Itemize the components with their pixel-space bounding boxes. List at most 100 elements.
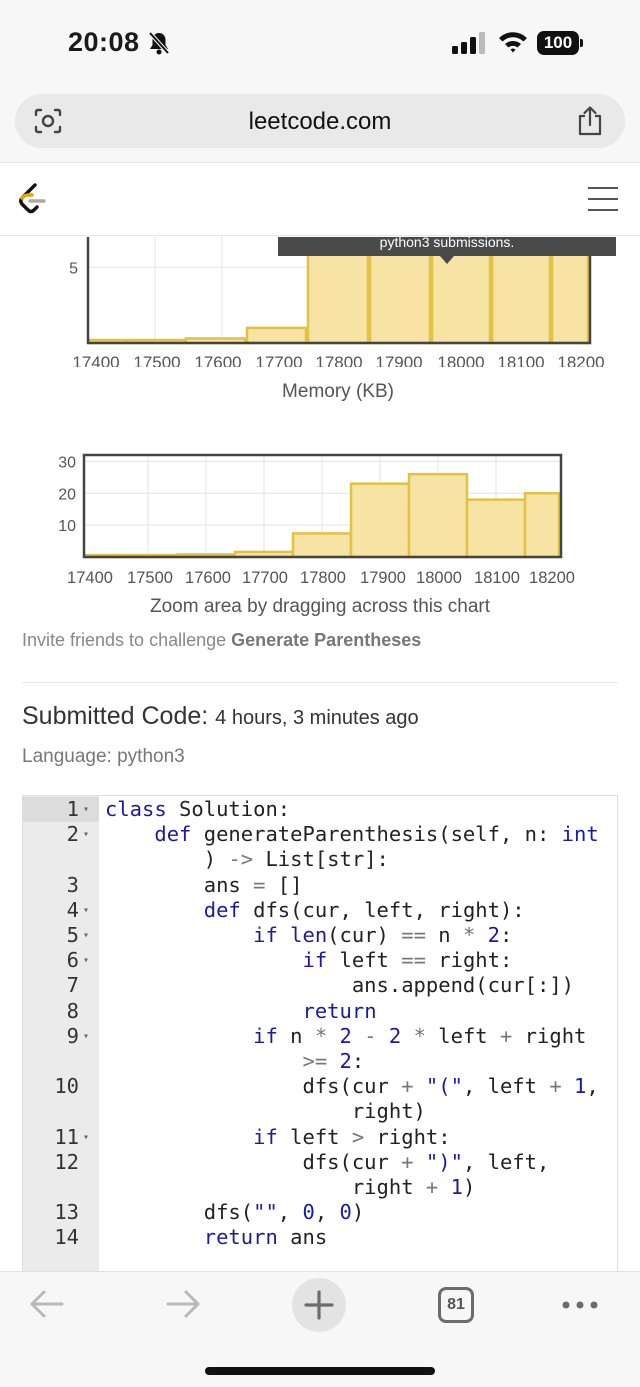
chart2-xtick-17500: 17500 [127, 569, 173, 587]
chart2-bar-17900 [349, 482, 411, 559]
hamburger-menu-icon[interactable] [587, 185, 619, 213]
chart1-ytick-5: 5 [69, 260, 78, 277]
code-text: dfs(cur + ")", left, [105, 1149, 550, 1174]
line-number: 9 [66, 1023, 79, 1048]
plus-icon [304, 1290, 334, 1320]
code-text: if len(cur) == n * 2: [253, 923, 513, 947]
leetcode-logo-icon[interactable] [16, 182, 48, 216]
line-number: 13 [54, 1200, 79, 1225]
chart2-xtick-17900: 17900 [360, 569, 406, 587]
code-text: ans = [] [105, 872, 303, 897]
chart2-bar-18100 [465, 498, 527, 559]
chart1-xtick-17500: 17500 [133, 353, 180, 367]
chart1-xtick-18100: 18100 [497, 353, 544, 367]
code-text: right + 1) [105, 1175, 476, 1199]
line-number: 7 [66, 973, 79, 998]
code-text: def dfs(cur, left, right): [203, 897, 525, 922]
chart2-xtick-17400: 17400 [67, 569, 113, 587]
fold-arrow-icon[interactable]: ▾ [83, 948, 89, 973]
fold-arrow-icon[interactable]: ▾ [83, 822, 89, 847]
battery-level: 100 [537, 31, 579, 55]
tab-switcher-button[interactable]: 81 [438, 1287, 474, 1323]
address-bar[interactable]: leetcode.com [15, 94, 625, 148]
url-text[interactable]: leetcode.com [15, 108, 625, 136]
code-text: return ans [203, 1225, 328, 1250]
chart2-ytick-20: 20 [58, 486, 76, 503]
more-options-icon[interactable] [562, 1300, 598, 1310]
code-editor[interactable]: 1 ▾ class Solution: 2 ▾ def generateParenthe… [22, 795, 618, 1271]
memory-distribution-chart[interactable]: 5 17400 17500 17600 17700 17800 17900 18000 1810… [0, 237, 640, 367]
chart2-ytick-30: 30 [58, 454, 76, 471]
invite-problem-link[interactable]: Generate Parentheses [231, 630, 421, 650]
fold-arrow-icon[interactable]: ▾ [83, 797, 89, 822]
invite-friends-text: Invite friends to challenge Generate Par… [22, 630, 421, 651]
memory-overview-chart[interactable]: 30 20 10 17400 17500 17600 17700 17800 17900 1800… [0, 440, 640, 590]
battery-indicator: 100 [537, 31, 583, 55]
chart1-xtick-18200: 18200 [557, 353, 604, 367]
chart2-xtick-18200: 18200 [529, 569, 575, 587]
code-text: ans.append(cur[:]) [105, 973, 574, 998]
line-number: 8 [66, 998, 79, 1023]
site-header [0, 162, 640, 236]
chart1-xtick-17400: 17400 [72, 353, 119, 367]
memory-axis-label: Memory (KB) [282, 381, 394, 402]
chart2-ytick-10: 10 [58, 518, 76, 535]
status-bar: 20:08 100 [0, 0, 640, 88]
chart1-bar-17700 [245, 326, 308, 345]
fold-arrow-icon[interactable]: ▾ [83, 1125, 89, 1150]
browser-toolbar: 81 [0, 1271, 640, 1387]
code-text: if left == right: [302, 948, 513, 973]
status-time: 20:08 [68, 27, 140, 57]
line-number: 10 [54, 1074, 79, 1099]
chart2-bar-18200 [523, 492, 561, 559]
code-text: ) -> List[str]: [105, 847, 389, 872]
line-number: 11 [54, 1124, 79, 1149]
line-number: 6 [66, 948, 79, 973]
line-number: 4 [66, 897, 79, 922]
chart2-xtick-17800: 17800 [300, 569, 346, 587]
chart2-xtick-17700: 17700 [242, 569, 288, 587]
fold-arrow-icon[interactable]: ▾ [83, 923, 89, 948]
code-text: class Solution: [105, 797, 291, 821]
code-text: return [302, 998, 377, 1023]
chart1-xtick-17900: 17900 [375, 353, 422, 367]
code-text: if left > right: [253, 1124, 451, 1149]
battery-cap [580, 39, 583, 47]
line-number: 2 [66, 822, 79, 847]
bell-slash-icon [148, 31, 170, 55]
browser-address-area: leetcode.com [0, 88, 640, 162]
submitted-code-heading: Submitted Code: 4 hours, 3 minutes ago [22, 702, 419, 731]
fold-arrow-icon[interactable]: ▾ [83, 1024, 89, 1049]
line-number: 12 [54, 1149, 79, 1174]
forward-arrow-icon[interactable] [165, 1289, 201, 1319]
chart2-bar-17800 [291, 532, 353, 559]
cellular-signal-icon [452, 32, 485, 54]
zoom-hint: Zoom area by dragging across this chart [149, 596, 491, 617]
submitted-code-label: Submitted Code: [22, 702, 209, 730]
invite-prefix: Invite friends to challenge [22, 630, 232, 650]
fold-arrow-icon[interactable]: ▾ [83, 898, 89, 923]
line-number: 3 [66, 872, 79, 897]
chart1-xtick-17700: 17700 [255, 353, 302, 367]
share-icon[interactable] [576, 105, 604, 137]
chart2-xtick-17600: 17600 [185, 569, 231, 587]
code-text: if n * 2 - 2 * left + right [253, 1023, 587, 1048]
chart2-xtick-18000: 18000 [416, 569, 462, 587]
tooltip-arrow [440, 256, 454, 264]
submission-language: Language: python3 [22, 746, 185, 767]
submission-time: 4 hours, 3 minutes ago [215, 707, 419, 729]
line-number: 1 [66, 797, 79, 821]
chart2-xtick-18100: 18100 [474, 569, 520, 587]
code-text: def generateParenthesis(self, n: int [154, 822, 599, 847]
chart-tooltip: python3 submissions. [278, 237, 616, 256]
code-text: dfs(cur + "(", left + 1, [105, 1074, 599, 1099]
chart2-bar-18000 [407, 472, 469, 559]
back-arrow-icon[interactable] [29, 1289, 65, 1319]
new-tab-button[interactable] [292, 1278, 346, 1332]
chart1-xtick-17600: 17600 [194, 353, 241, 367]
home-indicator [205, 1367, 435, 1375]
code-text: right) [105, 1099, 426, 1124]
section-divider [22, 682, 618, 683]
code-text: >= 2: [302, 1049, 365, 1073]
chart1-xtick-17800: 17800 [315, 353, 362, 367]
